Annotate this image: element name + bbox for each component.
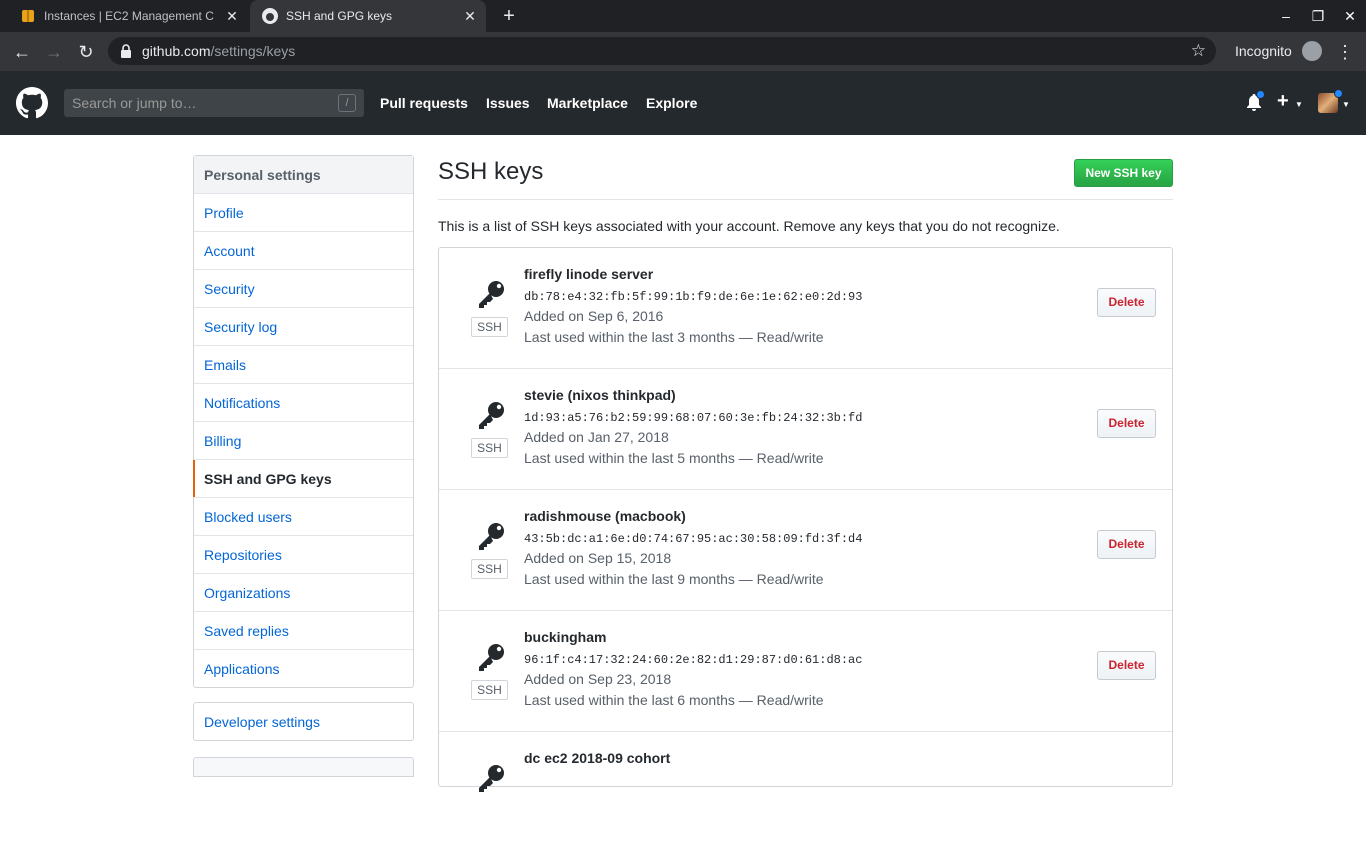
title-divider xyxy=(438,199,1173,200)
github-logo-icon[interactable] xyxy=(16,87,48,119)
key-icon xyxy=(479,523,504,550)
key-icon xyxy=(479,644,504,671)
key-last-used: Last used within the last 3 months — Rea… xyxy=(524,329,824,345)
key-title: radishmouse (macbook) xyxy=(524,508,686,524)
github-favicon-icon xyxy=(262,8,278,24)
key-last-used: Last used within the last 9 months — Rea… xyxy=(524,571,824,587)
sidebar-item-security-log[interactable]: Security log xyxy=(194,308,413,346)
search-shortcut-hint: / xyxy=(338,94,356,112)
search-placeholder: Search or jump to… xyxy=(72,95,197,111)
tab-title: SSH and GPG keys xyxy=(286,9,393,23)
nav-marketplace[interactable]: Marketplace xyxy=(547,95,628,111)
sidebar-item-applications[interactable]: Applications xyxy=(194,650,413,687)
lock-icon xyxy=(120,44,132,58)
sidebar-item-ssh-gpg-keys[interactable]: SSH and GPG keys xyxy=(193,460,413,498)
url-text: github.com/settings/keys xyxy=(142,43,295,59)
ssh-key-row: SSH buckingham 96:1f:c4:17:32:24:60:2e:8… xyxy=(439,611,1172,732)
sidebar-item-saved-replies[interactable]: Saved replies xyxy=(194,612,413,650)
create-new-icon[interactable]: + xyxy=(1277,90,1289,113)
ssh-keys-list: SSH firefly linode server db:78:e4:32:fb… xyxy=(438,247,1173,792)
reload-icon[interactable]: ↻ xyxy=(74,40,98,64)
sidebar-item-billing[interactable]: Billing xyxy=(194,422,413,460)
profile-dropdown-caret-icon[interactable]: ▼ xyxy=(1342,100,1350,109)
key-added-date: Added on Sep 23, 2018 xyxy=(524,671,672,687)
key-icon xyxy=(479,765,504,792)
ssh-key-row: SSH stevie (nixos thinkpad) 1d:93:a5:76:… xyxy=(439,369,1172,490)
back-icon[interactable]: ← xyxy=(10,40,34,64)
close-tab-icon[interactable]: ✕ xyxy=(462,8,478,24)
key-title: buckingham xyxy=(524,629,607,645)
url-path: /settings/keys xyxy=(210,43,296,59)
sidebar-item-notifications[interactable]: Notifications xyxy=(194,384,413,422)
sidebar-item-account[interactable]: Account xyxy=(194,232,413,270)
sidebar-item-emails[interactable]: Emails xyxy=(194,346,413,384)
page-title: SSH keys xyxy=(438,158,544,185)
nav-explore[interactable]: Explore xyxy=(646,95,697,111)
key-added-date: Added on Sep 15, 2018 xyxy=(524,550,672,566)
ssh-key-row: dc ec2 2018-09 cohort xyxy=(439,732,1172,853)
url-domain: github.com xyxy=(142,43,211,59)
key-fingerprint: 43:5b:dc:a1:6e:d0:74:67:95:ac:30:58:09:f… xyxy=(524,532,863,546)
key-icon xyxy=(479,281,504,308)
key-icon xyxy=(479,402,504,429)
new-tab-icon[interactable]: + xyxy=(498,5,520,27)
ssh-badge: SSH xyxy=(471,680,508,700)
aws-favicon-icon xyxy=(20,8,36,24)
close-tab-icon[interactable]: ✕ xyxy=(224,8,240,24)
forward-icon[interactable]: → xyxy=(42,40,66,64)
incognito-label: Incognito xyxy=(1235,43,1292,59)
browser-tab-ssh-keys[interactable]: SSH and GPG keys ✕ xyxy=(250,0,486,32)
incognito-icon[interactable] xyxy=(1302,41,1322,61)
sidebar-next-section xyxy=(193,757,414,777)
ssh-badge: SSH xyxy=(471,559,508,579)
bookmark-star-icon[interactable]: ☆ xyxy=(1191,41,1206,61)
sidebar-item-profile[interactable]: Profile xyxy=(194,194,413,232)
notification-indicator xyxy=(1256,90,1265,99)
delete-key-button[interactable]: Delete xyxy=(1097,288,1156,317)
key-added-date: Added on Sep 6, 2016 xyxy=(524,308,664,324)
delete-key-button[interactable]: Delete xyxy=(1097,530,1156,559)
ssh-key-row: SSH firefly linode server db:78:e4:32:fb… xyxy=(439,248,1172,369)
address-bar[interactable]: github.com/settings/keys ☆ xyxy=(108,37,1216,65)
sidebar-item-security[interactable]: Security xyxy=(194,270,413,308)
nav-issues[interactable]: Issues xyxy=(486,95,530,111)
delete-key-button[interactable]: Delete xyxy=(1097,409,1156,438)
sidebar-item-repositories[interactable]: Repositories xyxy=(194,536,413,574)
key-title: dc ec2 2018-09 cohort xyxy=(524,750,671,766)
key-fingerprint: db:78:e4:32:fb:5f:99:1b:f9:de:6e:1e:62:e… xyxy=(524,290,863,304)
sidebar-item-developer-settings[interactable]: Developer settings xyxy=(193,702,414,741)
tab-title: Instances | EC2 Management Co xyxy=(44,9,214,23)
key-fingerprint: 96:1f:c4:17:32:24:60:2e:82:d1:29:87:d0:6… xyxy=(524,653,863,667)
sidebar-item-organizations[interactable]: Organizations xyxy=(194,574,413,612)
settings-sidebar: Personal settings Profile Account Securi… xyxy=(193,155,414,688)
key-title: firefly linode server xyxy=(524,266,654,282)
avatar-status-indicator xyxy=(1334,89,1343,98)
intro-text: This is a list of SSH keys associated wi… xyxy=(438,218,1060,234)
ssh-badge: SSH xyxy=(471,317,508,337)
key-last-used: Last used within the last 5 months — Rea… xyxy=(524,450,824,466)
ssh-key-row: SSH radishmouse (macbook) 43:5b:dc:a1:6e… xyxy=(439,490,1172,611)
close-window-icon[interactable]: ✕ xyxy=(1338,6,1362,26)
new-ssh-key-button[interactable]: New SSH key xyxy=(1074,159,1173,187)
sidebar-heading: Personal settings xyxy=(194,156,413,194)
key-added-date: Added on Jan 27, 2018 xyxy=(524,429,669,445)
minimize-icon[interactable]: – xyxy=(1274,6,1298,26)
key-last-used: Last used within the last 6 months — Rea… xyxy=(524,692,824,708)
restore-icon[interactable]: ❐ xyxy=(1306,6,1330,26)
browser-menu-icon[interactable]: ⋮ xyxy=(1336,40,1354,64)
browser-tab-bar: Instances | EC2 Management Co ✕ SSH and … xyxy=(0,0,1366,32)
create-dropdown-caret-icon[interactable]: ▼ xyxy=(1295,100,1303,109)
key-title: stevie (nixos thinkpad) xyxy=(524,387,676,403)
delete-key-button[interactable]: Delete xyxy=(1097,651,1156,680)
ssh-badge: SSH xyxy=(471,438,508,458)
browser-tab-ec2[interactable]: Instances | EC2 Management Co ✕ xyxy=(8,0,248,32)
sidebar-item-blocked-users[interactable]: Blocked users xyxy=(194,498,413,536)
browser-toolbar: ← → ↻ github.com/settings/keys ☆ Incogni… xyxy=(0,32,1366,71)
key-fingerprint: 1d:93:a5:76:b2:59:99:68:07:60:3e:fb:24:3… xyxy=(524,411,863,425)
github-header: Search or jump to… / Pull requests Issue… xyxy=(0,71,1366,135)
search-input[interactable]: Search or jump to… / xyxy=(64,89,364,117)
nav-pull-requests[interactable]: Pull requests xyxy=(380,95,468,111)
